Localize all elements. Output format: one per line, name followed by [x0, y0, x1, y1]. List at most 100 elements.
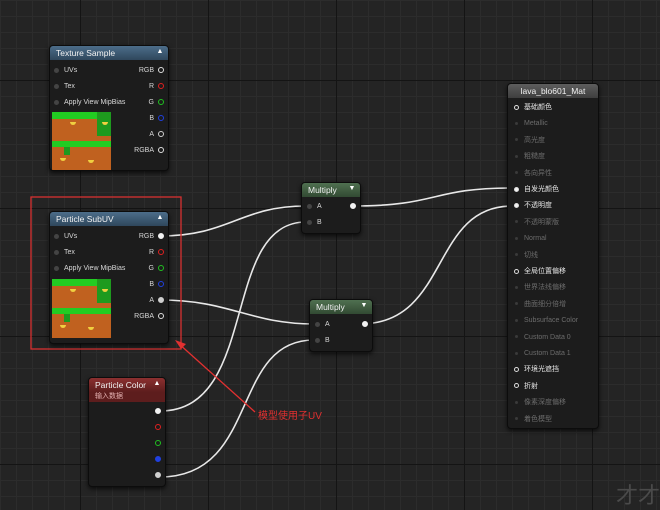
pin-icon[interactable] [515, 138, 518, 142]
material-pin-row[interactable]: Metallic [514, 119, 548, 129]
output-b[interactable] [151, 455, 161, 465]
multiply-2-header[interactable]: Multiply ▼ [310, 300, 372, 314]
collapse-icon[interactable]: ▲ [156, 48, 164, 56]
material-pin-row[interactable]: 不透明度 [514, 201, 552, 211]
material-pin-row[interactable]: 各向异性 [514, 169, 552, 179]
material-pin-row[interactable]: 自发光颜色 [514, 185, 559, 195]
chevron-down-icon[interactable]: ▼ [360, 302, 368, 310]
material-pin-row[interactable]: Subsurface Color [514, 316, 578, 326]
material-pin-row[interactable]: 粗糙度 [514, 152, 545, 162]
pin-icon[interactable] [315, 321, 320, 327]
output-b[interactable]: B [149, 114, 164, 124]
input-tex[interactable]: Tex [54, 248, 75, 258]
collapse-icon[interactable]: ▲ [156, 214, 164, 222]
material-header[interactable]: lava_blo601_Mat [508, 84, 598, 98]
material-pin-row[interactable]: Normal [514, 234, 547, 244]
material-pin-row[interactable]: 切线 [514, 251, 538, 261]
pin-icon[interactable] [54, 249, 59, 255]
pin-icon[interactable] [158, 131, 164, 138]
material-pin-row[interactable]: 像素深度偏移 [514, 398, 566, 408]
output-rgba[interactable]: RGBA [134, 312, 164, 322]
output-b[interactable]: B [149, 280, 164, 290]
pin-icon[interactable] [515, 122, 518, 126]
pin-icon[interactable] [350, 203, 356, 210]
output-a[interactable] [151, 471, 161, 481]
output-r[interactable] [151, 423, 161, 433]
particle-color-node[interactable]: Particle Color ▲ 输入数据 [88, 377, 166, 487]
pin-icon[interactable] [158, 249, 164, 256]
pin-icon[interactable] [158, 67, 164, 74]
particle-color-header[interactable]: Particle Color ▲ [89, 378, 165, 392]
pin-icon[interactable] [158, 115, 164, 122]
pin-icon[interactable] [307, 219, 312, 225]
input-b[interactable]: B [315, 336, 330, 346]
output-rgb[interactable]: RGB [139, 232, 164, 242]
material-pin-row[interactable]: Custom Data 0 [514, 333, 571, 343]
collapse-icon[interactable]: ▲ [153, 380, 161, 388]
pin-icon[interactable] [155, 408, 161, 415]
pin-icon[interactable] [515, 335, 518, 339]
material-pin-row[interactable]: 高光度 [514, 136, 545, 146]
pin-icon[interactable] [514, 104, 519, 110]
material-pin-row[interactable]: 全局位置偏移 [514, 267, 566, 277]
output-pin[interactable] [346, 202, 356, 212]
pin-icon[interactable] [362, 321, 368, 328]
material-pin-row[interactable]: 着色模型 [514, 415, 552, 425]
material-pin-row[interactable]: 世界法线偏移 [514, 283, 566, 293]
pin-icon[interactable] [514, 367, 519, 373]
material-pin-row[interactable]: 折射 [514, 382, 538, 392]
input-uvs[interactable]: UVs [54, 66, 77, 76]
pin-icon[interactable] [54, 99, 59, 105]
pin-icon[interactable] [515, 400, 518, 404]
pin-icon[interactable] [54, 233, 59, 239]
pin-icon[interactable] [54, 83, 59, 89]
material-pin-row[interactable]: 环境光遮挡 [514, 365, 559, 375]
pin-icon[interactable] [515, 154, 518, 158]
pin-icon[interactable] [515, 318, 518, 322]
pin-icon[interactable] [155, 424, 161, 431]
pin-icon[interactable] [158, 83, 164, 90]
pin-icon[interactable] [514, 186, 519, 192]
pin-icon[interactable] [514, 383, 519, 389]
output-g[interactable]: G [149, 264, 164, 274]
pin-icon[interactable] [515, 171, 518, 175]
input-a[interactable]: A [315, 320, 330, 330]
input-mipbias[interactable]: Apply View MipBias [54, 98, 125, 108]
pin-icon[interactable] [514, 203, 519, 209]
texture-sample-node[interactable]: Texture Sample ▲ UVs Tex Apply View MipB… [49, 45, 169, 171]
pin-icon[interactable] [158, 99, 164, 106]
pin-icon[interactable] [155, 440, 161, 447]
material-result-node[interactable]: lava_blo601_Mat 基础颜色 Metallic 高光度粗糙度各向异性自发… [507, 83, 599, 429]
multiply-node-1[interactable]: Multiply ▼ A B [301, 182, 361, 234]
material-pin-row[interactable]: Custom Data 1 [514, 349, 571, 359]
output-rgba[interactable]: RGBA [134, 146, 164, 156]
output-g[interactable]: G [149, 98, 164, 108]
pin-icon[interactable] [315, 337, 320, 343]
output-r[interactable]: R [149, 248, 164, 258]
pin-icon[interactable] [158, 313, 164, 320]
material-pin-row[interactable]: 曲面细分倍增 [514, 300, 566, 310]
pin-icon[interactable] [515, 286, 518, 290]
pin-icon[interactable] [158, 297, 164, 304]
input-b[interactable]: B [307, 218, 322, 228]
particle-subuv-node[interactable]: Particle SubUV ▲ UVs Tex Apply View MipB… [49, 211, 169, 344]
pin-icon[interactable] [158, 233, 164, 240]
input-a[interactable]: A [307, 202, 322, 212]
pin-icon[interactable] [155, 472, 161, 479]
pin-icon[interactable] [54, 265, 59, 271]
pin-icon[interactable] [515, 236, 518, 240]
chevron-down-icon[interactable]: ▼ [348, 185, 356, 193]
multiply-1-header[interactable]: Multiply ▼ [302, 183, 360, 197]
pin-icon[interactable] [515, 351, 518, 355]
pin-icon[interactable] [158, 265, 164, 272]
input-tex[interactable]: Tex [54, 82, 75, 92]
input-uvs[interactable]: UVs [54, 232, 77, 242]
pin-icon[interactable] [307, 203, 312, 209]
output-rgb[interactable]: RGB [139, 66, 164, 76]
material-pin-row[interactable]: 不透明蒙版 [514, 218, 559, 228]
output-pin[interactable] [358, 320, 368, 330]
output-a[interactable]: A [149, 296, 164, 306]
output-r[interactable]: R [149, 82, 164, 92]
pin-icon[interactable] [155, 456, 161, 463]
material-pin-row[interactable]: 基础颜色 [514, 103, 552, 113]
